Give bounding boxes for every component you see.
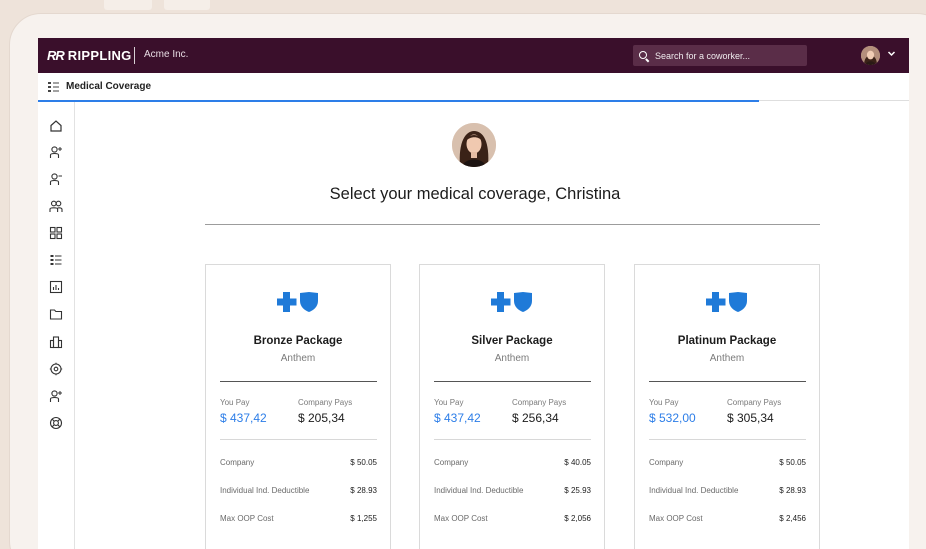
you-pay-label: You Pay: [649, 398, 679, 407]
detail-value: $ 1,255: [350, 514, 377, 523]
support-icon[interactable]: [49, 416, 63, 430]
plan-name: Silver Package: [471, 335, 553, 347]
page-header: Medical Coverage: [38, 73, 909, 101]
detail-value: $ 2,056: [564, 514, 591, 523]
detail-label: Max OOP Cost: [220, 514, 274, 523]
you-pay-label: You Pay: [220, 398, 250, 407]
detail-label: Max OOP Cost: [434, 514, 488, 523]
top-bar: RR RIPPLING Acme Inc. Search for a cowor…: [38, 38, 909, 73]
you-pay-amount: $ 532,00: [649, 411, 696, 425]
detail-value: $ 50.05: [350, 458, 377, 467]
divider: [205, 224, 820, 225]
blue-cross-shield-logo-icon: [706, 292, 747, 312]
divider: [434, 381, 591, 382]
logo-text: RIPPLING: [67, 48, 132, 63]
settings-icon[interactable]: [49, 362, 63, 376]
folder-icon[interactable]: [49, 307, 63, 321]
company-pays-amount: $ 305,34: [727, 411, 774, 425]
list-icon: [48, 82, 59, 92]
list-icon[interactable]: [49, 253, 63, 267]
detail-label: Max OOP Cost: [649, 514, 703, 523]
background-tab-decoration: [104, 0, 152, 10]
detail-label: Company: [434, 458, 469, 467]
divider: [134, 47, 135, 64]
plan-carrier: Anthem: [709, 353, 745, 364]
search-placeholder: Search for a coworker...: [655, 50, 751, 61]
blue-cross-shield-logo-icon: [491, 292, 532, 312]
company-name[interactable]: Acme Inc.: [144, 49, 188, 60]
main-content: Select your medical coverage, Christina …: [75, 102, 909, 549]
plan-carrier: Anthem: [494, 353, 530, 364]
company-pays-label: Company Pays: [727, 398, 782, 407]
you-pay-amount: $ 437,42: [220, 411, 267, 425]
detail-value: $ 50.05: [779, 458, 806, 467]
divider: [220, 439, 377, 440]
sidebar: [38, 102, 75, 549]
detail-label: Company: [220, 458, 255, 467]
company-pays-label: Company Pays: [512, 398, 567, 407]
user-avatar[interactable]: [861, 46, 880, 65]
page-heading: Select your medical coverage, Christina: [329, 185, 621, 203]
plan-card-silver[interactable]: Silver Package Anthem You Pay Company Pa…: [419, 264, 605, 549]
detail-value: $ 40.05: [564, 458, 591, 467]
person-plus-icon[interactable]: [49, 389, 63, 403]
report-icon[interactable]: [49, 280, 63, 294]
plan-name: Platinum Package: [677, 335, 777, 347]
search-input[interactable]: Search for a coworker...: [633, 45, 807, 66]
detail-value: $ 2,456: [779, 514, 806, 523]
home-icon[interactable]: [49, 119, 63, 133]
logo-mark: RR: [47, 48, 65, 63]
plan-name: Bronze Package: [253, 335, 343, 347]
divider: [649, 381, 806, 382]
app-window: RR RIPPLING Acme Inc. Search for a cowor…: [38, 38, 909, 549]
company-pays-amount: $ 205,34: [298, 411, 345, 425]
people-icon[interactable]: [49, 199, 63, 213]
company-pays-amount: $ 256,34: [512, 411, 559, 425]
search-icon: [639, 50, 649, 61]
add-person-icon[interactable]: [49, 145, 63, 159]
plan-carrier: Anthem: [280, 353, 316, 364]
detail-value: $ 28.93: [779, 486, 806, 495]
detail-label: Individual Ind. Deductible: [649, 486, 739, 495]
building-icon[interactable]: [49, 335, 63, 349]
apps-grid-icon[interactable]: [49, 226, 63, 240]
you-pay-amount: $ 437,42: [434, 411, 481, 425]
detail-value: $ 25.93: [564, 486, 591, 495]
rippling-logo[interactable]: RR RIPPLING: [47, 48, 132, 63]
detail-value: $ 28.93: [350, 486, 377, 495]
remove-person-icon[interactable]: [49, 172, 63, 186]
divider: [220, 381, 377, 382]
divider: [434, 439, 591, 440]
you-pay-label: You Pay: [434, 398, 464, 407]
divider: [649, 439, 806, 440]
company-pays-label: Company Pays: [298, 398, 353, 407]
background-tab-decoration: [164, 0, 210, 10]
detail-label: Individual Ind. Deductible: [220, 486, 310, 495]
page-title: Medical Coverage: [66, 81, 152, 92]
profile-avatar: [452, 123, 496, 167]
blue-cross-shield-logo-icon: [277, 292, 318, 312]
plan-card-bronze[interactable]: Bronze Package Anthem You Pay Company Pa…: [205, 264, 391, 549]
detail-label: Company: [649, 458, 684, 467]
plan-card-platinum[interactable]: Platinum Package Anthem You Pay Company …: [634, 264, 820, 549]
chevron-down-icon[interactable]: [887, 49, 896, 60]
detail-label: Individual Ind. Deductible: [434, 486, 524, 495]
